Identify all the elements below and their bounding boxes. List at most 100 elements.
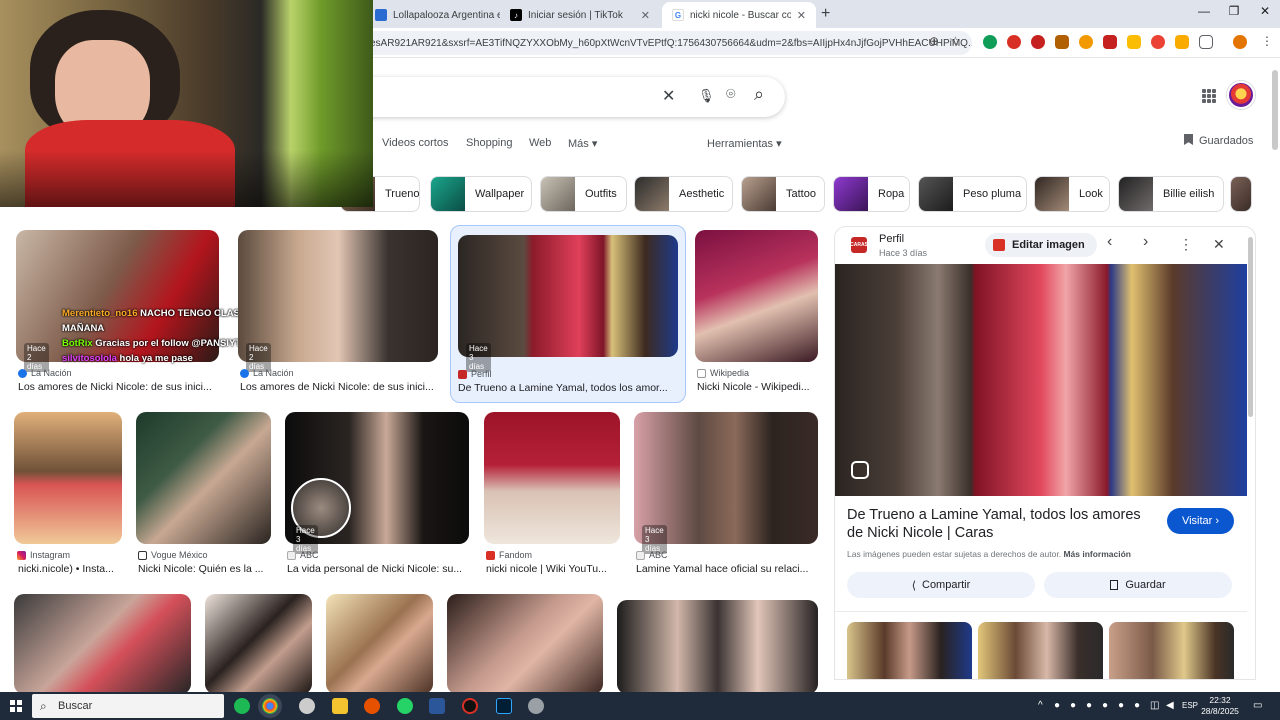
tab-close-icon[interactable]: ✕ — [791, 9, 806, 22]
tab-more[interactable]: Más ▾ — [568, 137, 597, 150]
whatsapp-icon[interactable] — [397, 698, 413, 714]
related-image[interactable] — [1109, 622, 1234, 679]
panel-scrollbar[interactable] — [1248, 237, 1253, 417]
restore-button[interactable]: ❐ — [1219, 4, 1249, 18]
result-title[interactable]: Los amores de Nicki Nicole: de sus inici… — [18, 381, 221, 393]
related-image[interactable] — [978, 622, 1103, 679]
tab-web[interactable]: Web — [529, 137, 551, 149]
extension-icon[interactable] — [1007, 35, 1021, 49]
panel-title[interactable]: De Trueno a Lamine Yamal, todos los amor… — [847, 506, 1147, 542]
chip-ropa[interactable]: Ropa — [833, 176, 910, 212]
tools-button[interactable]: Herramientas ▾ — [707, 137, 782, 150]
address-bar[interactable]: esAR921AR921&sxsrf=AE3TifNQZYXXObMy_h60p… — [360, 31, 972, 55]
tray-icon[interactable]: ● — [1070, 700, 1076, 711]
adblock-icon[interactable] — [1151, 35, 1165, 49]
result-thumbnail[interactable] — [205, 594, 312, 694]
tab-tiktok[interactable]: ♪ Iniciar sesión | TikTok ✕ — [500, 2, 660, 28]
result-title[interactable]: De Trueno a Lamine Yamal, todos los amor… — [458, 382, 678, 394]
result-title[interactable]: Nicki Nicole - Wikipedi... — [697, 381, 815, 393]
spotify-icon[interactable] — [234, 698, 250, 714]
result-title[interactable]: La vida personal de Nicki Nicole: su... — [287, 563, 469, 575]
result-thumbnail[interactable] — [617, 600, 818, 694]
result-source[interactable]: ABC — [636, 550, 668, 560]
result-source[interactable]: La Nación — [18, 368, 72, 378]
page-scrollbar[interactable] — [1272, 70, 1278, 150]
result-source[interactable]: La Nación — [240, 368, 294, 378]
lens-icon[interactable] — [851, 461, 869, 479]
extension-icon[interactable] — [1079, 35, 1093, 49]
extension-icon[interactable] — [1175, 35, 1189, 49]
search-icon[interactable]: ⌕ — [754, 84, 764, 105]
result-source[interactable]: Fandom — [486, 550, 532, 560]
app-icon[interactable] — [528, 698, 544, 714]
app-icon[interactable] — [299, 698, 315, 714]
lens-search-icon[interactable]: ⌾ — [726, 86, 736, 104]
result-thumbnail[interactable] — [14, 594, 191, 694]
extension-icon[interactable] — [1055, 35, 1069, 49]
obs-icon[interactable] — [462, 698, 478, 714]
result-thumbnail[interactable] — [326, 594, 433, 694]
chrome-menu-icon[interactable]: ⋮ — [1261, 34, 1273, 48]
input-language[interactable]: ESP — [1182, 701, 1198, 710]
notifications-icon[interactable]: ▭ — [1253, 700, 1262, 711]
tab-close-icon[interactable]: ✕ — [635, 9, 650, 22]
result-thumbnail[interactable] — [484, 412, 620, 544]
share-button[interactable]: ⟨ Compartir — [847, 572, 1035, 598]
photoshop-icon[interactable] — [496, 698, 512, 714]
previous-icon[interactable]: ‹ — [1107, 233, 1112, 251]
search-box[interactable]: ✕ 🎙 ⌾ ⌕ — [360, 77, 785, 117]
result-source[interactable]: Wikipedia — [697, 368, 749, 378]
result-thumbnail[interactable] — [447, 594, 603, 694]
file-explorer-icon[interactable] — [332, 698, 348, 714]
saved-button[interactable]: Guardados — [1184, 134, 1253, 147]
result-source[interactable]: Vogue México — [138, 550, 208, 560]
new-tab-button[interactable]: + — [821, 5, 830, 23]
related-image[interactable] — [847, 622, 972, 679]
pdf-extension-icon[interactable] — [1103, 35, 1117, 49]
tab-google-search[interactable]: G nicki nicole - Buscar con Google ✕ — [662, 2, 816, 28]
voice-search-icon[interactable]: 🎙 — [698, 88, 715, 104]
minimize-button[interactable]: — — [1189, 4, 1219, 18]
account-avatar[interactable] — [1227, 81, 1255, 109]
volume-icon[interactable]: ◀ — [1166, 700, 1174, 711]
more-options-icon[interactable]: ⋮ — [1179, 236, 1193, 253]
result-title[interactable]: nicki.nicole) • Insta... — [18, 563, 124, 575]
more-info-link[interactable]: Más información — [1063, 549, 1131, 559]
save-button[interactable]: Guardar — [1044, 572, 1232, 598]
panel-source[interactable]: Perfil — [879, 233, 904, 245]
result-thumbnail[interactable] — [136, 412, 271, 544]
preview-image[interactable] — [835, 264, 1247, 496]
result-source[interactable]: Instagram — [17, 550, 70, 560]
tray-icon[interactable]: ● — [1086, 700, 1092, 711]
taskbar-clock[interactable]: 22:32 28/8/2025 — [1200, 695, 1240, 717]
edit-image-button[interactable]: Editar imagen — [985, 233, 1097, 257]
network-icon[interactable]: ◫ — [1150, 700, 1159, 711]
chip-billie-eilish[interactable]: Billie eilish — [1118, 176, 1224, 212]
word-icon[interactable] — [429, 698, 445, 714]
chip-wallpaper[interactable]: Wallpaper — [430, 176, 532, 212]
close-window-button[interactable]: ✕ — [1250, 4, 1280, 18]
zoom-icon[interactable]: ⊕ — [929, 34, 939, 48]
close-panel-icon[interactable]: ✕ — [1213, 236, 1225, 253]
chrome-icon[interactable] — [262, 698, 278, 714]
tray-icon[interactable]: ● — [1054, 700, 1060, 711]
result-title[interactable]: nicki nicole | Wiki YouTu... — [486, 563, 620, 575]
tray-icon[interactable]: ● — [1118, 700, 1124, 711]
visit-button[interactable]: Visitar › — [1167, 508, 1234, 534]
tab-shopping[interactable]: Shopping — [466, 137, 513, 149]
extensions-puzzle-icon[interactable] — [1199, 35, 1213, 49]
result-title[interactable]: Nicki Nicole: Quién es la ... — [138, 563, 270, 575]
chip-tattoo[interactable]: Tattoo — [741, 176, 825, 212]
chip-outfits[interactable]: Outfits — [540, 176, 627, 212]
result-thumbnail[interactable] — [14, 412, 122, 544]
chip-aesthetic[interactable]: Aesthetic — [634, 176, 733, 212]
result-thumbnail[interactable] — [695, 230, 818, 362]
extension-icon[interactable] — [1127, 35, 1141, 49]
tab-lollapalooza[interactable]: Lollapalooza Argentina en X: " — [365, 2, 500, 28]
chip-more[interactable] — [1230, 176, 1252, 212]
bookmark-star-icon[interactable]: ☆ — [950, 34, 961, 48]
app-icon[interactable] — [364, 698, 380, 714]
clear-search-icon[interactable]: ✕ — [662, 86, 675, 106]
taskbar-search[interactable]: ⌕ Buscar — [32, 694, 224, 718]
next-icon[interactable]: › — [1143, 233, 1148, 251]
